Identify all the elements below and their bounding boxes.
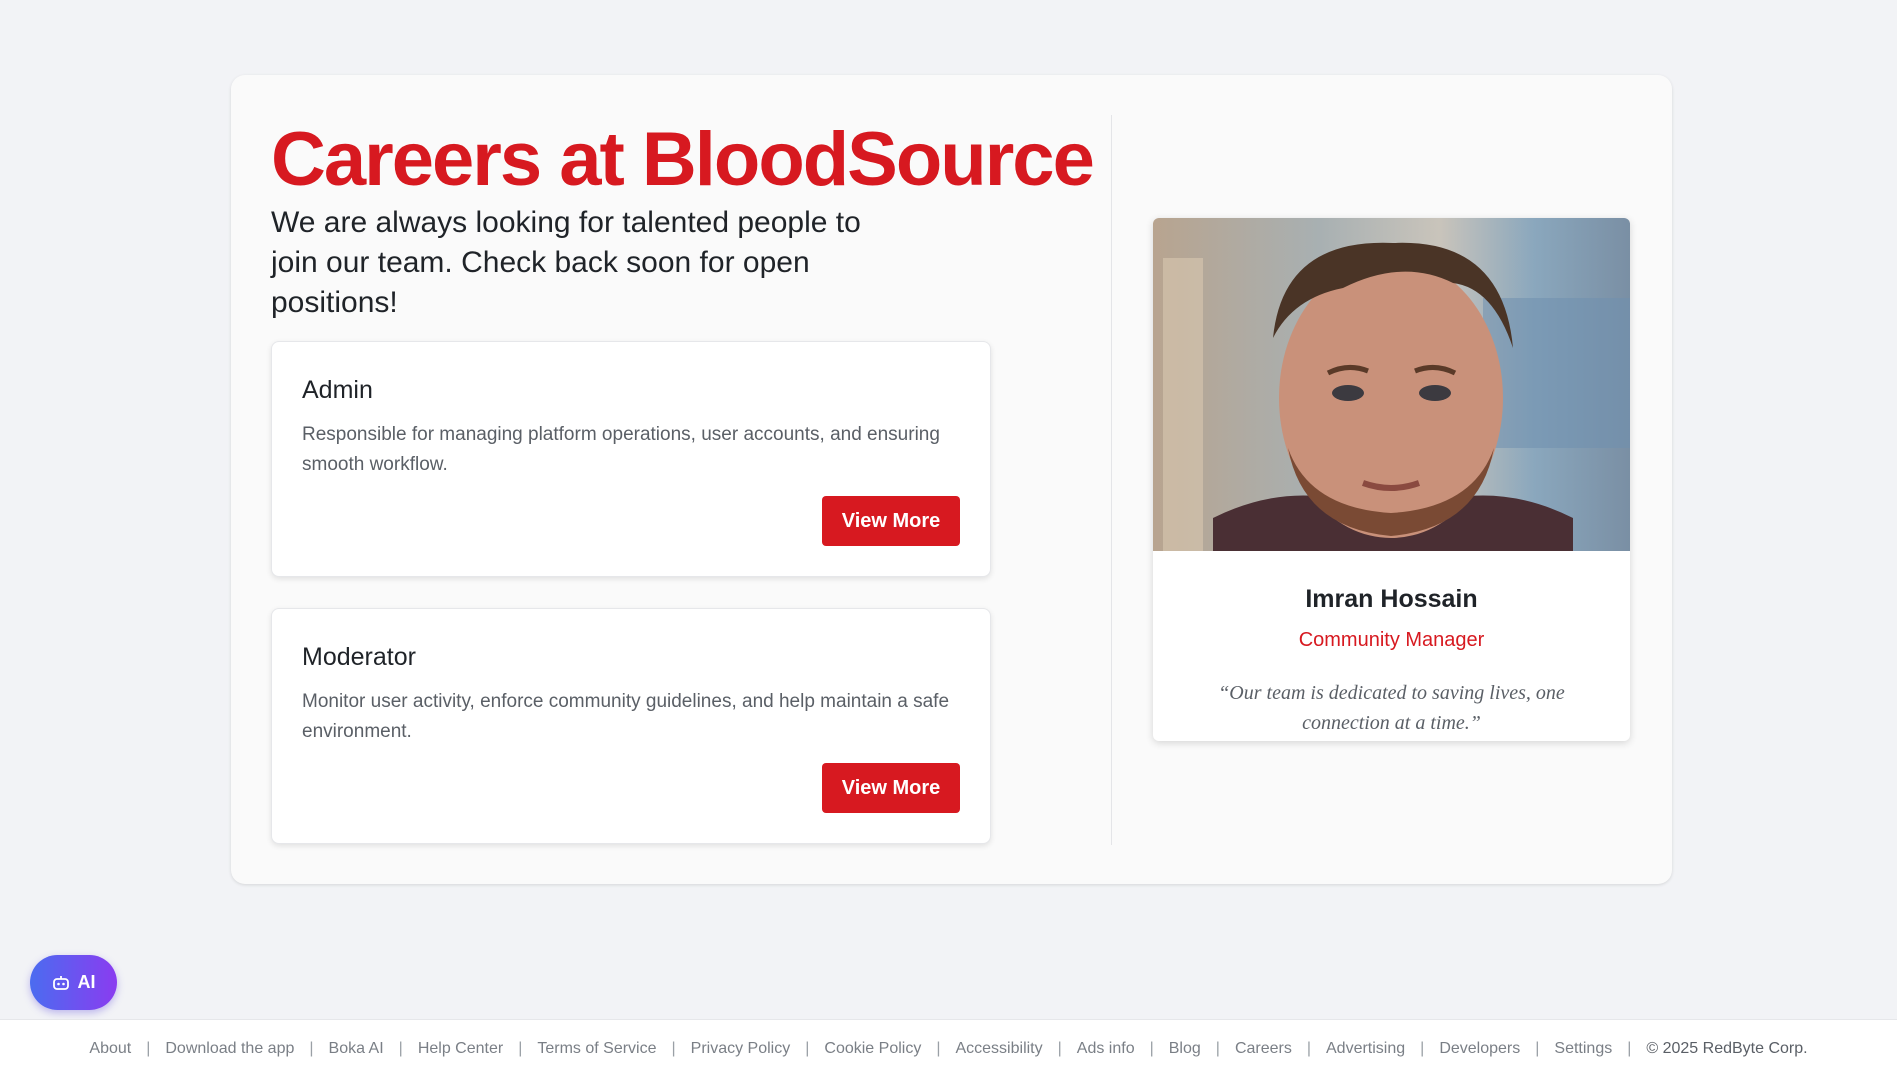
footer-link-accessibility[interactable]: Accessibility xyxy=(955,1040,1042,1058)
separator: | xyxy=(1627,1040,1632,1057)
separator: | xyxy=(1535,1040,1540,1057)
footer-link-ads-info[interactable]: Ads info xyxy=(1077,1040,1135,1058)
footer: About | Download the app | Boka AI | Help C… xyxy=(0,1019,1897,1078)
footer-link-boka-ai[interactable]: Boka AI xyxy=(329,1040,384,1058)
profile-photo xyxy=(1153,218,1630,551)
robot-icon xyxy=(52,975,69,990)
footer-link-careers[interactable]: Careers xyxy=(1235,1040,1292,1058)
separator: | xyxy=(1149,1040,1154,1057)
page-subtitle: We are always looking for talented peopl… xyxy=(271,206,861,319)
separator: | xyxy=(1420,1040,1425,1057)
separator: | xyxy=(1057,1040,1062,1057)
profile-card: Imran Hossain Community Manager “Our tea… xyxy=(1153,218,1630,741)
copyright: © 2025 RedByte Corp. xyxy=(1646,1040,1808,1057)
job-description: Monitor user activity, enforce community… xyxy=(302,691,950,742)
footer-link-help-center[interactable]: Help Center xyxy=(418,1040,503,1058)
footer-links: About | Download the app | Boka AI | Help C… xyxy=(0,1040,1897,1058)
profile-role: Community Manager xyxy=(1298,629,1485,651)
footer-link-about[interactable]: About xyxy=(89,1040,131,1058)
separator: | xyxy=(146,1040,151,1057)
job-title: Moderator xyxy=(302,643,416,671)
separator: | xyxy=(805,1040,810,1057)
footer-link-blog[interactable]: Blog xyxy=(1169,1040,1201,1058)
separator: | xyxy=(1306,1040,1311,1057)
job-card-admin: Admin Responsible for managing platform … xyxy=(271,341,991,577)
separator: | xyxy=(1215,1040,1220,1057)
footer-link-privacy[interactable]: Privacy Policy xyxy=(691,1040,791,1058)
ai-assistant-button[interactable]: AI xyxy=(30,955,117,1010)
separator: | xyxy=(309,1040,314,1057)
portrait-illustration xyxy=(1163,242,1630,551)
job-description: Responsible for managing platform operat… xyxy=(302,424,940,475)
footer-link-settings[interactable]: Settings xyxy=(1554,1040,1612,1058)
separator: | xyxy=(398,1040,403,1057)
footer-link-advertising[interactable]: Advertising xyxy=(1326,1040,1405,1058)
footer-link-terms[interactable]: Terms of Service xyxy=(537,1040,656,1058)
ai-button-label: AI xyxy=(77,972,96,992)
separator: | xyxy=(936,1040,941,1057)
profile-name: Imran Hossain xyxy=(1305,585,1478,613)
footer-link-developers[interactable]: Developers xyxy=(1439,1040,1520,1058)
separator: | xyxy=(518,1040,523,1057)
footer-link-cookie[interactable]: Cookie Policy xyxy=(824,1040,921,1058)
page-title: Careers at BloodSource xyxy=(271,117,1095,202)
separator: | xyxy=(671,1040,676,1057)
job-title: Admin xyxy=(302,376,373,404)
job-card-moderator: Moderator Monitor user activity, enforce… xyxy=(271,608,991,844)
profile-quote: “Our team is dedicated to saving lives, … xyxy=(1218,682,1565,734)
view-more-button[interactable]: View More xyxy=(822,763,960,813)
view-more-button[interactable]: View More xyxy=(822,496,960,546)
column-divider xyxy=(1111,115,1112,845)
footer-link-download[interactable]: Download the app xyxy=(165,1040,294,1058)
